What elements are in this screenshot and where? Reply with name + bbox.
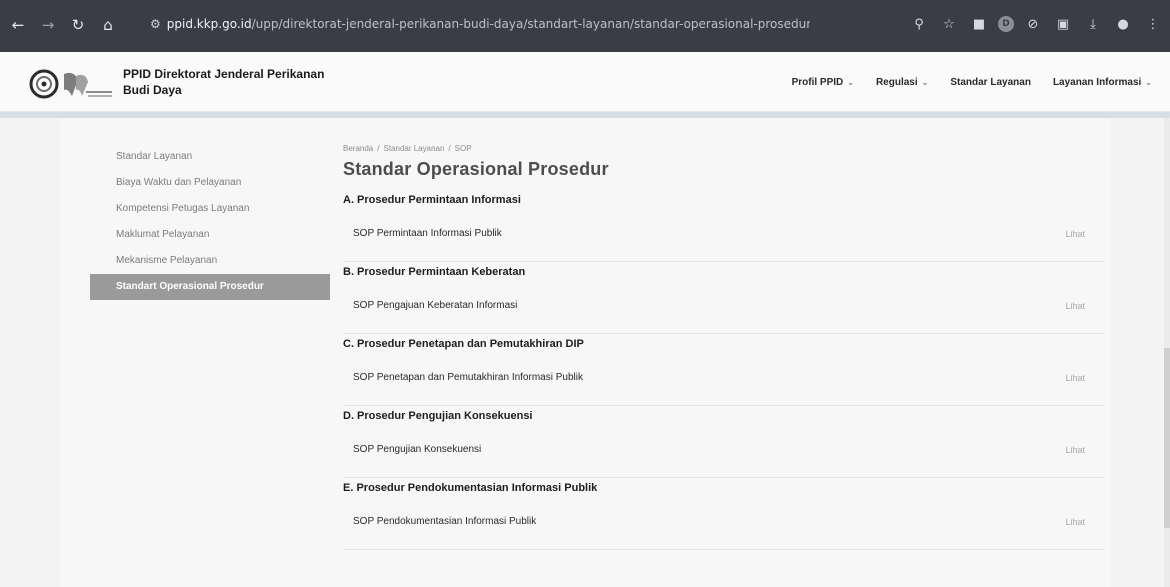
chevron-down-icon: ⌄ [1145, 78, 1152, 87]
sidebar-item-biaya-waktu[interactable]: Biaya Waktu dan Pelayanan [90, 170, 330, 196]
download-icon[interactable]: ⤓ [1082, 13, 1104, 35]
main-nav: Profil PPID ⌄ Regulasi ⌄ Standar Layanan… [792, 77, 1152, 88]
lihat-link[interactable]: Lihat [1065, 301, 1085, 311]
section-title: D. Prosedur Pengujian Konsekuensi [343, 410, 533, 422]
sidebar-item-mekanisme[interactable]: Mekanisme Pelayanan [90, 248, 330, 274]
lihat-link[interactable]: Lihat [1065, 517, 1085, 527]
sop-item-label: SOP Pengujian Konsekuensi [353, 444, 482, 455]
site-header: PPID Direktorat Jenderal Perikanan Budi … [0, 52, 1170, 112]
nav-regulasi[interactable]: Regulasi ⌄ [876, 77, 928, 88]
section-title: B. Prosedur Permintaan Keberatan [343, 266, 526, 278]
ppid-logo[interactable] [28, 66, 116, 102]
chevron-down-icon: ⌄ [921, 78, 929, 87]
profile-extension-icon[interactable]: D [998, 16, 1014, 32]
url-path: /upp/direktorat-jenderal-perikanan-budi-… [251, 17, 810, 31]
nav-profil-ppid[interactable]: Profil PPID ⌄ [792, 77, 854, 88]
breadcrumb: Beranda / Standar Layanan / SOP [343, 144, 472, 153]
menu-kebab-icon[interactable]: ⋮ [1142, 13, 1164, 35]
sidebar-item-maklumat[interactable]: Maklumat Pelayanan [90, 222, 330, 248]
nav-label: Layanan Informasi [1052, 77, 1142, 88]
lihat-link[interactable]: Lihat [1065, 373, 1085, 383]
browser-toolbar: ← → ↻ ⌂ ⚙ ppid.kkp.go.id /upp/direktorat… [0, 0, 1170, 52]
nav-label: Regulasi [875, 77, 918, 88]
breadcrumb-standar-layanan[interactable]: Standar Layanan [383, 144, 444, 153]
extensions-puzzle-icon[interactable]: ▣ [1052, 13, 1074, 35]
reload-icon[interactable]: ↻ [66, 13, 90, 37]
main-content: Beranda / Standar Layanan / SOP Standar Oper… [343, 144, 1103, 550]
scrollbar[interactable] [1164, 118, 1170, 587]
bookmark-star-icon[interactable]: ☆ [938, 13, 960, 35]
list-item: SOP Pengajuan Keberatan Informasi Lihat [343, 282, 1103, 334]
back-icon[interactable]: ← [6, 13, 30, 37]
list-item: SOP Pendokumentasian Informasi Publik Li… [343, 498, 1103, 550]
nav-standar-layanan[interactable]: Standar Layanan [950, 77, 1031, 88]
nav-layanan-informasi[interactable]: Layanan Informasi ⌄ [1053, 77, 1152, 88]
list-item: SOP Penetapan dan Pemutakhiran Informasi… [343, 354, 1103, 406]
chevron-down-icon: ⌄ [847, 78, 854, 87]
url-host: ppid.kkp.go.id [166, 17, 252, 31]
section-title: E. Prosedur Pendokumentasian Informasi P… [343, 482, 598, 494]
nav-label: Profil PPID [791, 77, 844, 88]
breadcrumb-beranda[interactable]: Beranda [343, 144, 373, 153]
brand-line-2: Budi Daya [123, 83, 182, 97]
sop-item-label: SOP Pendokumentasian Informasi Publik [353, 516, 537, 527]
breadcrumb-sop: SOP [454, 144, 472, 153]
section-title: A. Prosedur Permintaan Informasi [343, 194, 521, 206]
sop-item-label: SOP Pengajuan Keberatan Informasi [353, 300, 518, 311]
page-title: Standar Operasional Prosedur [343, 159, 609, 179]
address-bar[interactable]: ⚙ ppid.kkp.go.id /upp/direktorat-jendera… [150, 10, 810, 38]
list-item: SOP Pengujian Konsekuensi Lihat [343, 426, 1103, 478]
lihat-link[interactable]: Lihat [1065, 229, 1085, 239]
sidebar-item-kompetensi[interactable]: Kompetensi Petugas Layanan [90, 196, 330, 222]
site-info-icon[interactable]: ⚙ [150, 16, 161, 32]
sidebar: Standar Layanan Biaya Waktu dan Pelayana… [90, 144, 330, 300]
forward-icon[interactable]: → [36, 13, 60, 37]
nav-label: Standar Layanan [950, 77, 1031, 88]
tracking-icon[interactable]: ⊘ [1022, 13, 1044, 35]
site-brand[interactable]: PPID Direktorat Jenderal Perikanan Budi … [123, 66, 343, 98]
brand-line-1: PPID Direktorat Jenderal Perikanan [123, 67, 325, 81]
extension-icon[interactable]: ■ [968, 13, 990, 35]
scrollbar-thumb[interactable] [1164, 348, 1170, 528]
home-icon[interactable]: ⌂ [96, 13, 120, 37]
sop-item-label: SOP Penetapan dan Pemutakhiran Informasi… [353, 372, 583, 383]
list-item: SOP Permintaan Informasi Publik Lihat [343, 210, 1103, 262]
section-title: C. Prosedur Penetapan dan Pemutakhiran D… [343, 338, 584, 350]
sidebar-item-standar-layanan[interactable]: Standar Layanan [90, 144, 330, 170]
lihat-link[interactable]: Lihat [1065, 445, 1085, 455]
account-avatar-icon[interactable]: ● [1112, 13, 1134, 35]
sop-item-label: SOP Permintaan Informasi Publik [353, 228, 502, 239]
zoom-icon[interactable]: ⚲ [908, 13, 930, 35]
sidebar-item-sop[interactable]: Standart Operasional Prosedur [90, 274, 330, 300]
